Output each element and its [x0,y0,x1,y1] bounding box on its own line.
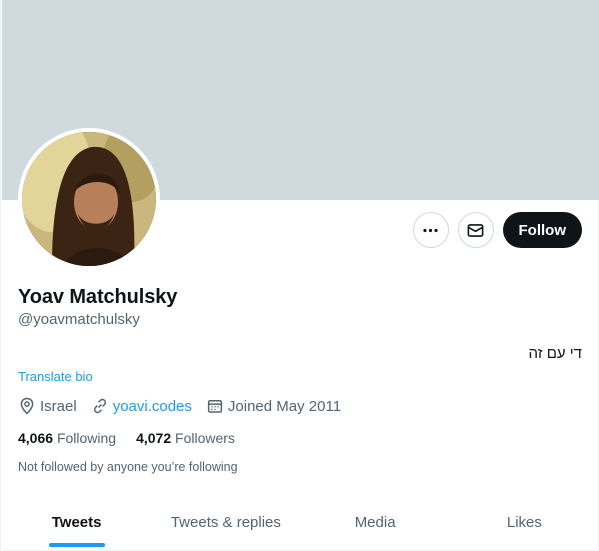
not-followed-notice: Not followed by anyone you’re following [18,460,238,474]
following-link[interactable]: 4,066 Following [18,430,116,446]
profile-bio: די עם זה [528,345,582,362]
followers-count: 4,072 [136,430,172,446]
tab-tweets-replies[interactable]: Tweets & replies [151,497,300,547]
tab-tweets[interactable]: Tweets [2,497,151,547]
calendar-icon [207,400,223,413]
profile-tabs: Tweets Tweets & replies Media Likes [2,497,599,551]
following-label: Following [56,430,117,446]
following-count: 4,066 [18,430,54,446]
followers-link[interactable]: 4,072 Followers [136,430,235,446]
profile-name: Yoav Matchulsky [18,286,178,308]
tab-media[interactable]: Media [301,497,450,547]
tab-likes[interactable]: Likes [450,497,599,547]
profile-actions: Follow [412,212,582,248]
more-button[interactable] [412,212,449,248]
website-item: yoavi.codes [91,397,192,415]
location-text: Israel [40,397,77,415]
followers-label: Followers [175,430,235,446]
message-button[interactable] [457,212,494,248]
link-icon [93,398,106,414]
avatar-image [22,132,156,266]
website-link[interactable]: yoavi.codes [113,398,192,415]
envelope-icon [467,223,484,237]
location-item: Israel [18,397,77,415]
profile-meta: Israel yoavi.codes Joined May 2011 [18,397,341,415]
profile-handle: @yoavmatchulsky [18,311,140,328]
follow-button[interactable]: Follow [502,212,582,248]
profile-page: Follow Yoav Matchulsky @yoavmatchulsky ד… [0,0,599,551]
follow-counts: 4,066 Following 4,072 Followers [18,430,235,446]
joined-item: Joined May 2011 [206,397,341,415]
joined-text: Joined May 2011 [227,397,342,415]
location-pin-icon [20,397,34,415]
more-horizontal-icon [423,228,438,232]
avatar[interactable] [18,128,160,270]
translate-bio-link[interactable]: Translate bio [18,369,93,384]
